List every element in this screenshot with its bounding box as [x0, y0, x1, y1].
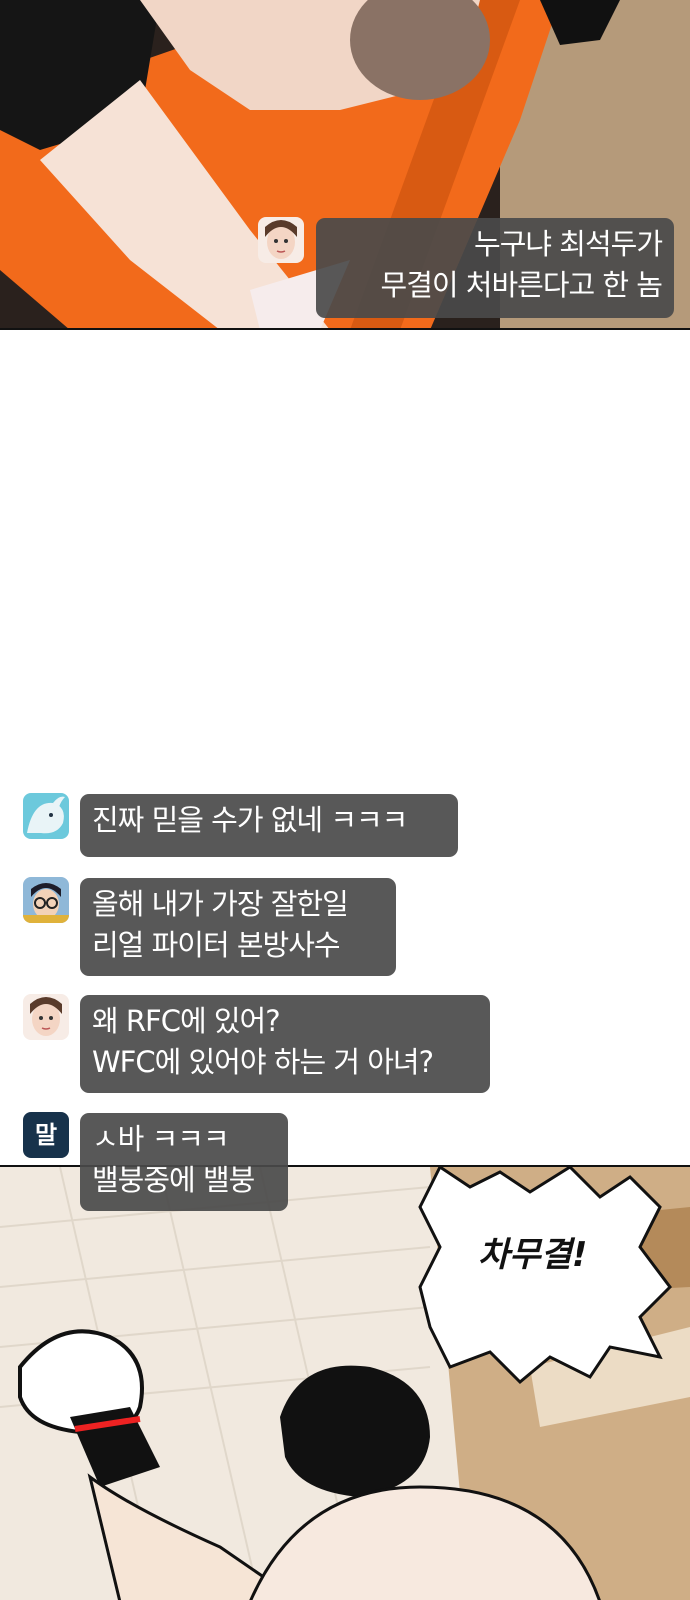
whale-icon [23, 793, 69, 839]
chat-bubble: 누구냐 최석두가 무결이 처바른다고 한 놈 [316, 218, 674, 318]
chat-bubble: 올해 내가 가장 잘한일 리얼 파이터 본방사수 [80, 878, 396, 976]
chat-line: ㅅ바 ㅋㅋㅋ [92, 1122, 230, 1156]
comic-panel-bottom: 차무결! [0, 1165, 690, 1600]
chat-line: WFC에 있어야 하는 거 아녀? [92, 1045, 434, 1079]
chat-bubble: ㅅ바 ㅋㅋㅋ 밸붕중에 밸붕 [80, 1113, 288, 1211]
woman-face-icon [258, 217, 304, 263]
chat-line: 진짜 믿을 수가 없네 ㅋㅋㅋ [92, 803, 408, 837]
chat-line: 올해 내가 가장 잘한일 [92, 887, 349, 921]
chat-line: 왜 RFC에 있어? [92, 1004, 281, 1038]
chat-line: 누구냐 최석두가 [474, 227, 663, 261]
chat-line: 리얼 파이터 본방사수 [92, 928, 341, 962]
avatar-label: 말 [34, 1121, 58, 1149]
chat-bubble: 진짜 믿을 수가 없네 ㅋㅋㅋ [80, 794, 458, 857]
shout-text: 차무결! [478, 1235, 588, 1275]
chat-line: 무결이 처바른다고 한 놈 [380, 268, 663, 302]
woman-face-icon [23, 994, 69, 1040]
chat-line: 밸붕중에 밸붕 [92, 1163, 255, 1197]
glasses-man-icon [23, 877, 69, 923]
text-avatar: 말 [23, 1112, 69, 1158]
chat-bubble: 왜 RFC에 있어? WFC에 있어야 하는 거 아녀? [80, 995, 490, 1093]
